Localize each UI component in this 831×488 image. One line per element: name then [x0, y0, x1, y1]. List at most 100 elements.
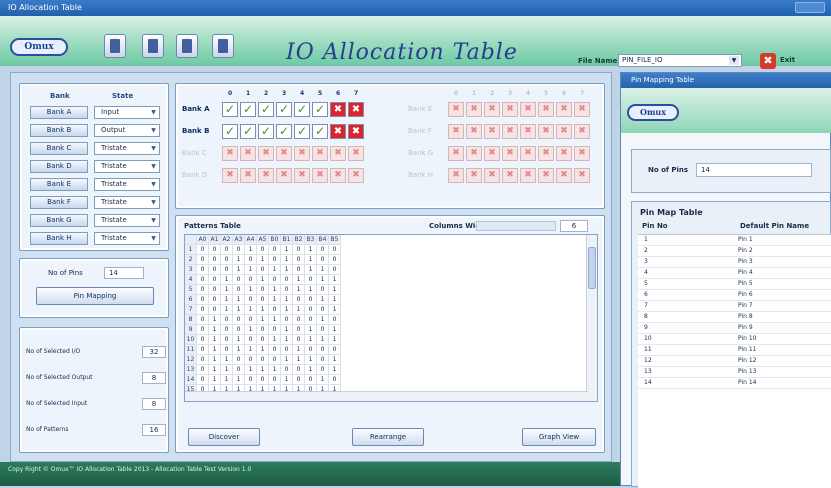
grid-cell[interactable]: 1 [221, 285, 233, 295]
grid-cell[interactable]: 0 [197, 345, 209, 355]
check-icon[interactable]: ✓ [294, 102, 310, 117]
table-row[interactable]: 9 Pin 9 [638, 323, 831, 334]
grid-cell[interactable]: 0 [245, 275, 257, 285]
grid-cell[interactable]: 0 [317, 305, 329, 315]
grid-cell[interactable]: 1 [329, 275, 341, 285]
grid-cell[interactable]: 1 [245, 265, 257, 275]
bank-state-select[interactable]: Tristate ▼ [94, 142, 160, 155]
table-row[interactable]: 11 Pin 11 [638, 345, 831, 356]
grid-cell[interactable]: 0 [245, 315, 257, 325]
grid-cell[interactable]: 1 [305, 325, 317, 335]
grid-cell[interactable]: 0 [293, 245, 305, 255]
grid-cell[interactable]: 1 [221, 295, 233, 305]
grid-cell[interactable]: 0 [197, 305, 209, 315]
patterns-grid[interactable]: A0 A1 A2 A3 A4 A5 B0 B1 B2 B3 B4 B5 1 0 0 0 0 1 0 0 1 0 1 0 0 2 0 0… [184, 234, 598, 402]
check-icon[interactable]: ✓ [312, 124, 328, 139]
grid-cell[interactable]: 0 [221, 325, 233, 335]
grid-cell[interactable]: 1 [257, 345, 269, 355]
check-icon[interactable]: ✓ [276, 102, 292, 117]
grid-cell[interactable]: 0 [293, 255, 305, 265]
grid-cell[interactable]: 0 [257, 325, 269, 335]
grid-cell[interactable]: 0 [233, 325, 245, 335]
check-icon[interactable]: ✓ [222, 124, 238, 139]
check-icon[interactable]: ✓ [276, 124, 292, 139]
export-icon[interactable] [212, 34, 234, 58]
bank-state-select[interactable]: Tristate ▼ [94, 232, 160, 245]
grid-cell[interactable]: 1 [245, 285, 257, 295]
check-icon[interactable]: ✓ [240, 102, 256, 117]
table-row[interactable]: 12 Pin 12 [638, 356, 831, 367]
bank-state-select[interactable]: Tristate ▼ [94, 196, 160, 209]
grid-cell[interactable]: 1 [293, 275, 305, 285]
grid-cell[interactable]: 0 [293, 325, 305, 335]
grid-cell[interactable]: 1 [269, 265, 281, 275]
grid-cell[interactable]: 1 [329, 335, 341, 345]
grid-cell[interactable]: 0 [221, 255, 233, 265]
grid-cell[interactable]: 0 [281, 315, 293, 325]
cross-icon[interactable]: ✖ [330, 102, 346, 117]
grid-cell[interactable]: 1 [305, 245, 317, 255]
grid-cell[interactable]: 1 [221, 375, 233, 385]
grid-cell[interactable]: 0 [317, 325, 329, 335]
table-row[interactable]: 14 Pin 14 [638, 378, 831, 389]
grid-cell[interactable]: 1 [329, 285, 341, 295]
grid-cell[interactable]: 1 [209, 355, 221, 365]
grid-cell[interactable]: 1 [293, 305, 305, 315]
grid-cell[interactable]: 1 [269, 365, 281, 375]
rearrange-button[interactable]: Rearrange [352, 428, 424, 446]
grid-cell[interactable]: 0 [281, 365, 293, 375]
bank-state-select[interactable]: Tristate ▼ [94, 214, 160, 227]
bank-name-button[interactable]: Bank E [30, 178, 88, 191]
bank-name-button[interactable]: Bank F [30, 196, 88, 209]
grid-cell[interactable]: 1 [317, 265, 329, 275]
bank-state-select[interactable]: Tristate ▼ [94, 160, 160, 173]
grid-cell[interactable]: 0 [305, 345, 317, 355]
grid-cell[interactable]: 0 [293, 265, 305, 275]
grid-cell[interactable]: 1 [269, 315, 281, 325]
grid-cell[interactable]: 1 [317, 375, 329, 385]
cross-icon[interactable]: ✖ [330, 124, 346, 139]
grid-cell[interactable]: 0 [245, 255, 257, 265]
grid-cell[interactable]: 0 [329, 315, 341, 325]
grid-cell[interactable]: 0 [317, 255, 329, 265]
check-icon[interactable]: ✓ [258, 124, 274, 139]
grid-cell[interactable]: 0 [221, 265, 233, 275]
table-row[interactable]: 10 Pin 10 [638, 334, 831, 345]
grid-cell[interactable]: 1 [317, 295, 329, 305]
grid-cell[interactable]: 0 [233, 245, 245, 255]
grid-cell[interactable]: 0 [269, 255, 281, 265]
grid-cell[interactable]: 0 [221, 345, 233, 355]
chevron-down-icon[interactable]: ▼ [149, 234, 158, 243]
grid-cell[interactable]: 0 [197, 255, 209, 265]
cross-icon[interactable]: ✖ [348, 124, 364, 139]
grid-cell[interactable]: 0 [269, 325, 281, 335]
grid-cell[interactable]: 0 [281, 345, 293, 355]
grid-cell[interactable]: 1 [221, 365, 233, 375]
grid-cell[interactable]: 0 [293, 365, 305, 375]
grid-cell[interactable]: 1 [233, 265, 245, 275]
chevron-down-icon[interactable]: ▼ [149, 144, 158, 153]
grid-cell[interactable]: 1 [281, 335, 293, 345]
chevron-down-icon[interactable]: ▼ [149, 162, 158, 171]
grid-cell[interactable]: 0 [269, 245, 281, 255]
grid-cell[interactable]: 1 [281, 255, 293, 265]
grid-cell[interactable]: 0 [233, 315, 245, 325]
table-row[interactable]: 6 Pin 6 [638, 290, 831, 301]
grid-cell[interactable]: 0 [281, 275, 293, 285]
grid-cell[interactable]: 1 [257, 305, 269, 315]
grid-cell[interactable]: 1 [317, 315, 329, 325]
grid-cell[interactable]: 0 [257, 245, 269, 255]
grid-cell[interactable]: 1 [245, 325, 257, 335]
grid-cell[interactable]: 1 [209, 375, 221, 385]
grid-cell[interactable]: 1 [293, 355, 305, 365]
grid-cell[interactable]: 1 [317, 335, 329, 345]
grid-cell[interactable]: 1 [329, 295, 341, 305]
grid-cell[interactable]: 1 [329, 355, 341, 365]
chevron-down-icon[interactable]: ▼ [149, 108, 158, 117]
grid-cell[interactable]: 0 [257, 355, 269, 365]
grid-cell[interactable]: 0 [305, 275, 317, 285]
grid-cell[interactable]: 1 [281, 295, 293, 305]
file-name-select[interactable]: PIN_FILE_IO ▼ [618, 54, 742, 67]
grid-cell[interactable]: 0 [245, 355, 257, 365]
table-row[interactable]: 3 Pin 3 [638, 257, 831, 268]
